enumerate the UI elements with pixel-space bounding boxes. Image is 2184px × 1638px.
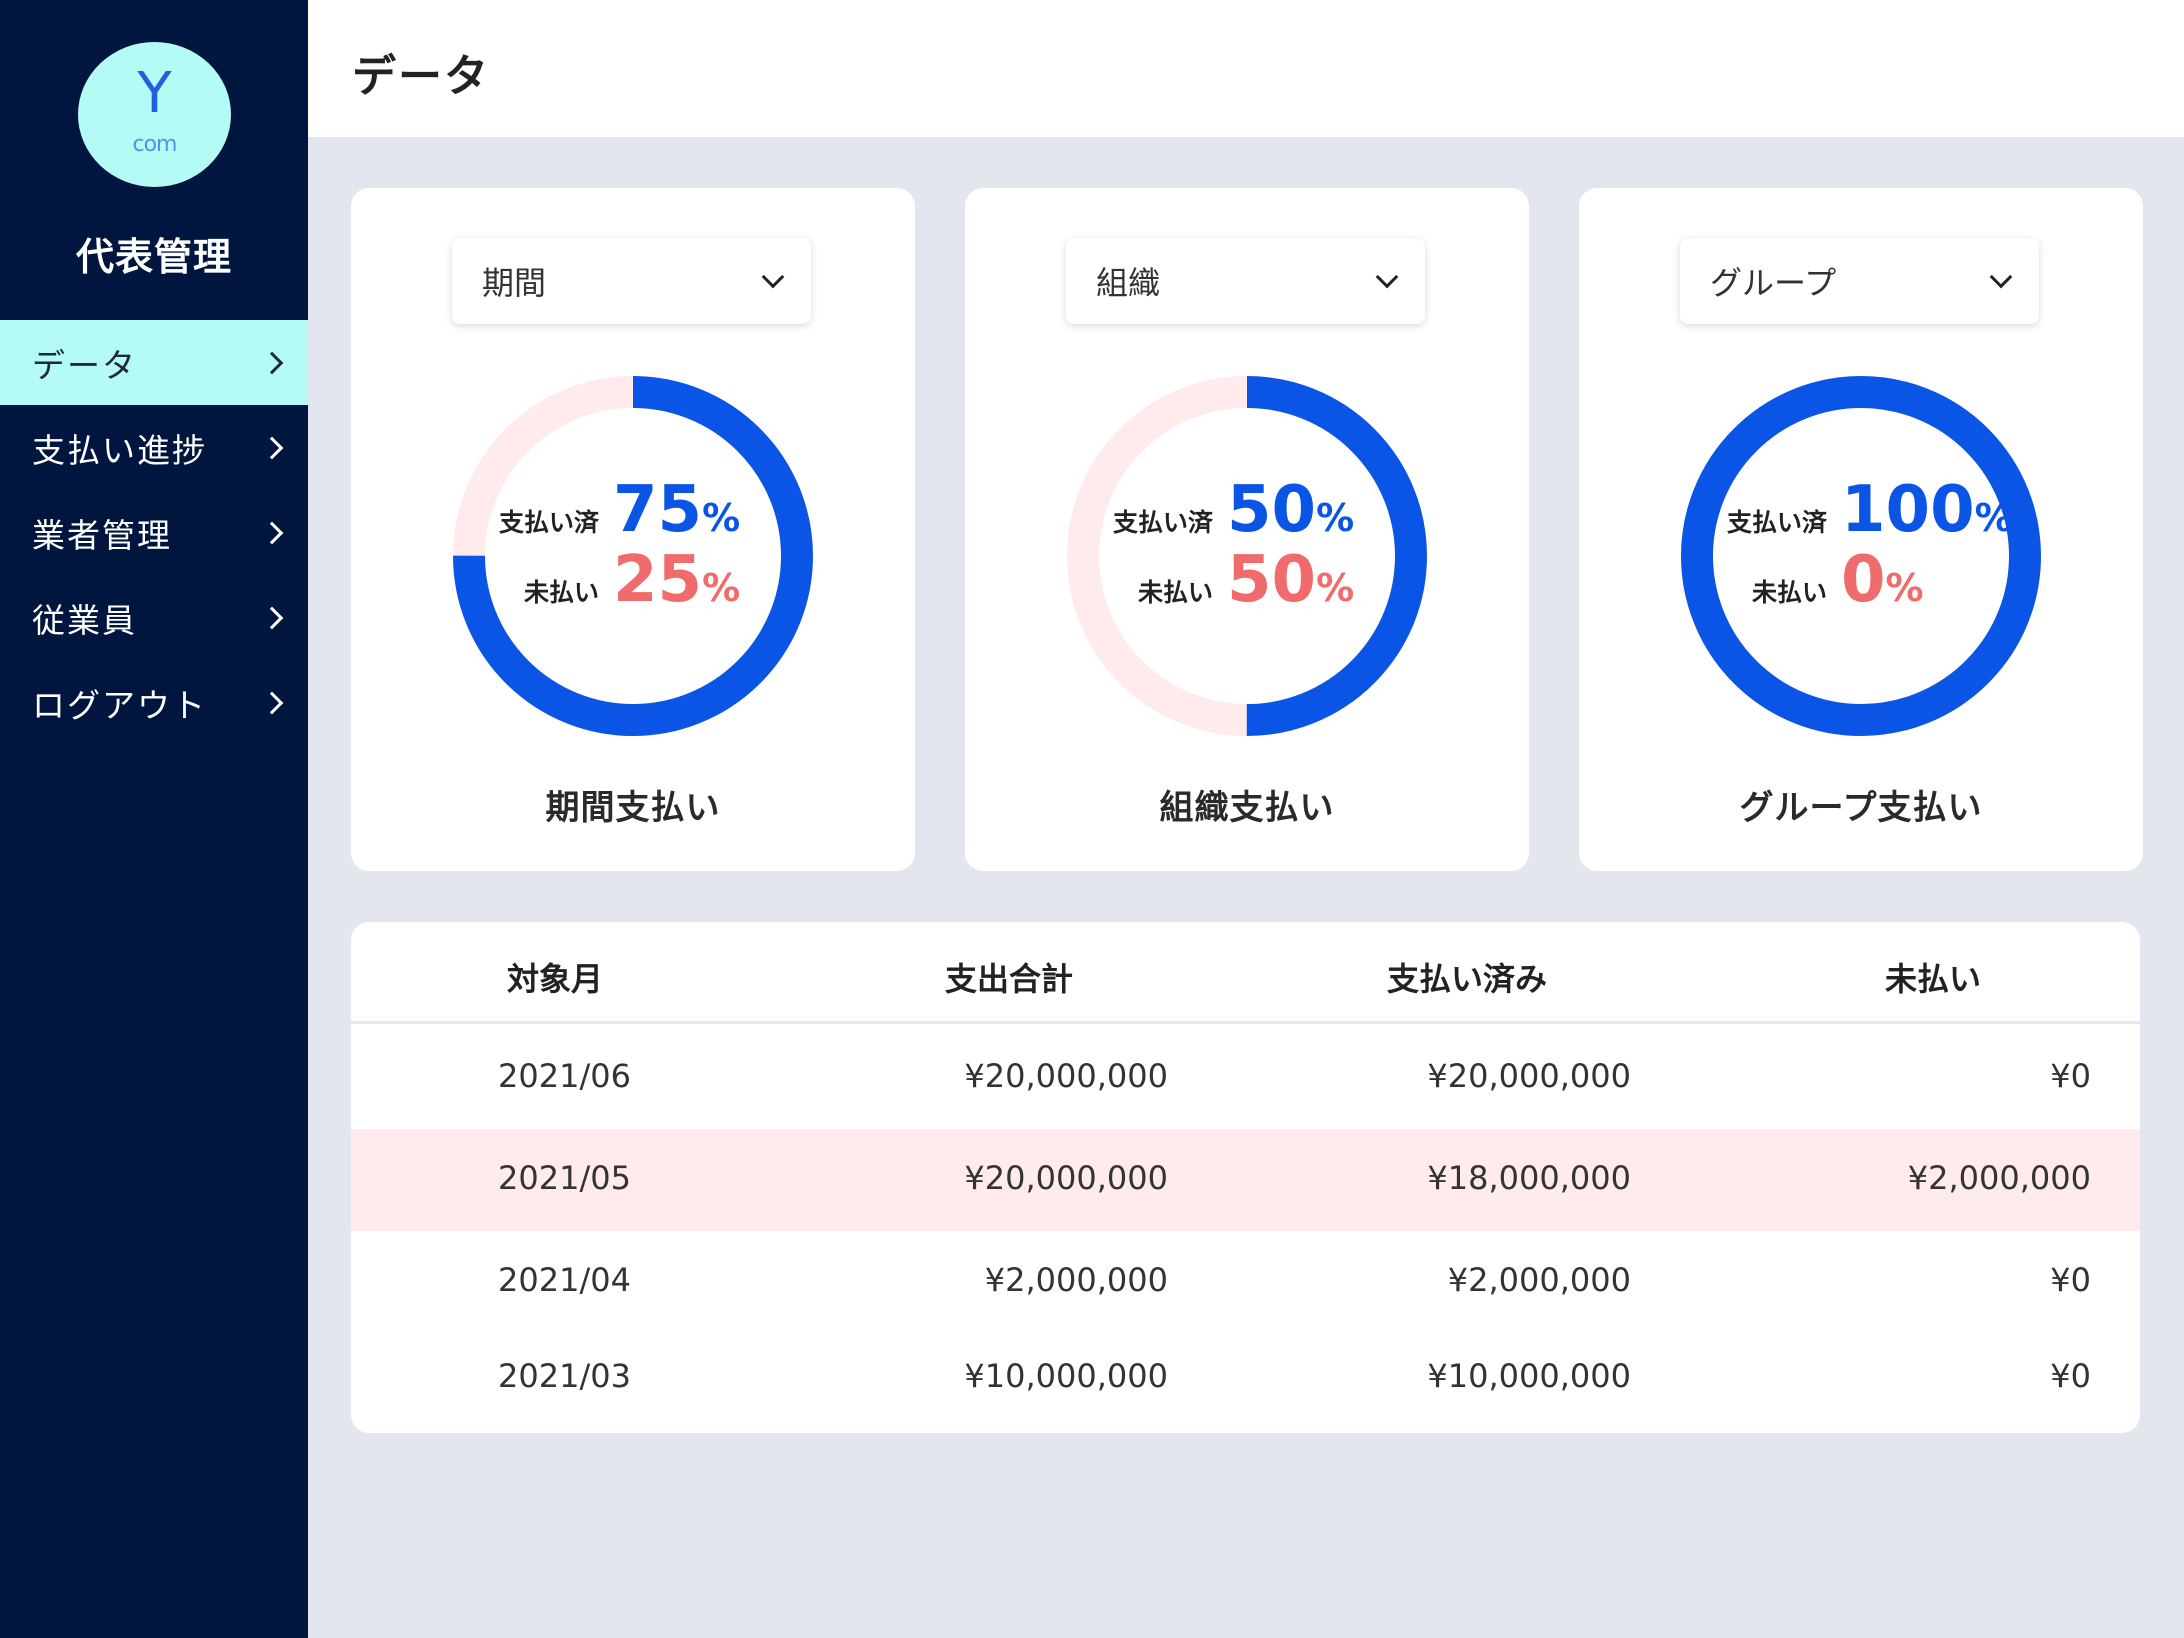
percent-sign: %	[702, 496, 741, 540]
cell-month: 2021/06	[498, 1057, 631, 1095]
percent-sign: %	[1316, 566, 1355, 610]
percent-sign: %	[1974, 496, 2013, 540]
paid-percent: 100	[1841, 473, 1975, 547]
table-row: 2021/04 ¥2,000,000 ¥2,000,000 ¥0	[351, 1231, 2140, 1333]
company-logo: Y com	[78, 42, 231, 187]
unpaid-percent: 25	[613, 543, 703, 617]
cell-month: 2021/04	[498, 1261, 631, 1299]
chevron-right-icon	[260, 606, 284, 629]
column-header-paid: 支払い済み	[1387, 960, 1548, 998]
card-caption: グループ支払い	[1739, 788, 1983, 828]
chevron-down-icon	[761, 265, 785, 289]
group-dropdown[interactable]: グループ	[1680, 238, 2039, 324]
card-group-payment: グループ 支払い済 100% 未払い 0% グループ支払い	[1579, 188, 2143, 871]
cell-paid: ¥18,000,000	[1427, 1159, 1631, 1197]
sidebar-item-logout[interactable]: ログアウト	[0, 660, 308, 745]
paid-percent: 75	[613, 473, 703, 547]
sidebar-item-employees[interactable]: 従業員	[0, 575, 308, 660]
sidebar-item-label: データ	[32, 345, 137, 385]
chevron-right-icon	[260, 351, 284, 374]
chevron-right-icon	[260, 691, 284, 714]
chevron-down-icon	[1989, 265, 2013, 289]
dropdown-value: グループ	[1710, 264, 1837, 302]
column-header-unpaid: 未払い	[1885, 960, 1982, 998]
sidebar-item-label: 支払い進捗	[32, 430, 207, 470]
paid-label: 支払い済	[1726, 508, 1827, 537]
dropdown-value: 組織	[1096, 264, 1161, 302]
page-header: データ	[308, 0, 2184, 137]
column-header-month: 対象月	[507, 960, 604, 998]
page-title: データ	[352, 51, 490, 102]
chevron-right-icon	[260, 436, 284, 459]
sidebar: Y com 代表管理 データ 支払い進捗 業者管理 従業員 ログアウト	[0, 0, 308, 1638]
paid-label: 支払い済	[1112, 508, 1213, 537]
brand-title: 代表管理	[75, 235, 232, 279]
unpaid-label: 未払い	[1137, 578, 1213, 607]
cell-paid: ¥2,000,000	[1447, 1261, 1631, 1299]
unpaid-percent: 0	[1841, 543, 1886, 617]
cell-unpaid: ¥0	[2050, 1057, 2091, 1095]
chevron-right-icon	[260, 521, 284, 544]
payment-donut-chart: 支払い済 100% 未払い 0%	[1681, 376, 2041, 736]
card-caption: 期間支払い	[545, 788, 721, 828]
cell-unpaid: ¥2,000,000	[1907, 1159, 2091, 1197]
organization-dropdown[interactable]: 組織	[1066, 238, 1425, 324]
paid-label: 支払い済	[498, 508, 599, 537]
cell-month: 2021/03	[498, 1357, 631, 1395]
sidebar-item-label: ログアウト	[32, 685, 207, 725]
dropdown-value: 期間	[482, 264, 547, 302]
card-organization-payment: 組織 支払い済 50% 未払い 50% 組織支払い	[965, 188, 1529, 871]
table-header: 対象月 支出合計 支払い済み 未払い	[351, 922, 2140, 1024]
cell-total: ¥20,000,000	[964, 1057, 1168, 1095]
cell-month: 2021/05	[498, 1159, 631, 1197]
sidebar-item-label: 従業員	[32, 600, 137, 640]
cell-total: ¥20,000,000	[964, 1159, 1168, 1197]
table-row: 2021/03 ¥10,000,000 ¥10,000,000 ¥0	[351, 1327, 2140, 1429]
chevron-down-icon	[1375, 265, 1399, 289]
unpaid-percent: 50	[1227, 543, 1317, 617]
percent-sign: %	[1316, 496, 1355, 540]
payment-donut-chart: 支払い済 50% 未払い 50%	[1067, 376, 1427, 736]
period-dropdown[interactable]: 期間	[452, 238, 811, 324]
cell-total: ¥10,000,000	[964, 1357, 1168, 1395]
cell-paid: ¥20,000,000	[1427, 1057, 1631, 1095]
card-period-payment: 期間 支払い済 75% 未払い 25% 期間支払い	[351, 188, 915, 871]
cell-total: ¥2,000,000	[984, 1261, 1168, 1299]
payment-table: 対象月 支出合計 支払い済み 未払い 2021/06 ¥20,000,000 ¥…	[351, 922, 2140, 1433]
logo-subtext: com	[132, 132, 178, 157]
logo-letter: Y	[137, 61, 172, 126]
percent-sign: %	[1885, 566, 1924, 610]
sidebar-nav: データ 支払い進捗 業者管理 従業員 ログアウト	[0, 320, 308, 745]
unpaid-label: 未払い	[523, 578, 599, 607]
percent-sign: %	[702, 566, 741, 610]
table-row: 2021/05 ¥20,000,000 ¥18,000,000 ¥2,000,0…	[351, 1129, 2140, 1231]
cell-unpaid: ¥0	[2050, 1357, 2091, 1395]
sidebar-item-vendor-management[interactable]: 業者管理	[0, 490, 308, 575]
paid-percent: 50	[1227, 473, 1317, 547]
sidebar-item-data[interactable]: データ	[0, 320, 308, 405]
cell-paid: ¥10,000,000	[1427, 1357, 1631, 1395]
payment-donut-chart: 支払い済 75% 未払い 25%	[453, 376, 813, 736]
sidebar-item-label: 業者管理	[32, 515, 172, 555]
cell-unpaid: ¥0	[2050, 1261, 2091, 1299]
table-row: 2021/06 ¥20,000,000 ¥20,000,000 ¥0	[351, 1027, 2140, 1129]
card-caption: 組織支払い	[1159, 788, 1335, 828]
unpaid-label: 未払い	[1751, 578, 1827, 607]
sidebar-item-payment-progress[interactable]: 支払い進捗	[0, 405, 308, 490]
column-header-total: 支出合計	[945, 960, 1074, 998]
